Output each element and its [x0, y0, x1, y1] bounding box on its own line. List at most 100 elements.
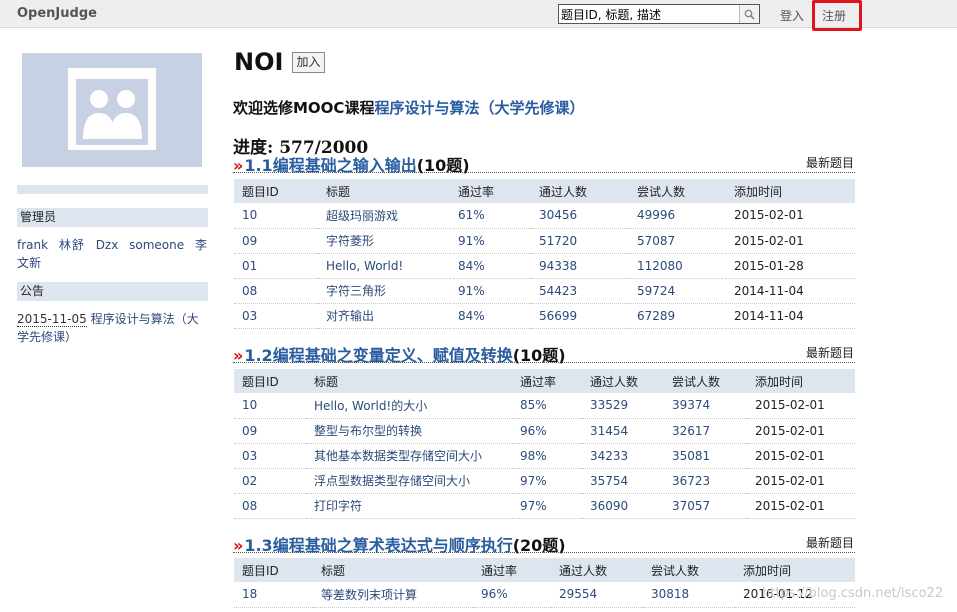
- cell-id[interactable]: 02: [234, 468, 306, 494]
- col-header-title: 标题: [306, 369, 512, 393]
- cell-passed[interactable]: 33529: [582, 393, 664, 419]
- table-row: 03 其他基本数据类型存储空间大小 98% 34233 35081 2015-0…: [234, 443, 855, 469]
- cell-passed[interactable]: 29554: [551, 582, 643, 608]
- cell-title[interactable]: Hello, World!的大小: [306, 393, 512, 419]
- table-row: 10 Hello, World!的大小 85% 33529 39374 2015…: [234, 393, 855, 419]
- newest-problems-link[interactable]: 最新题目: [806, 534, 854, 551]
- cell-id[interactable]: 09: [234, 418, 306, 444]
- admin-link[interactable]: 林舒: [59, 238, 85, 252]
- cell-title[interactable]: 字符三角形: [318, 278, 450, 304]
- admins-heading: 管理员: [17, 208, 208, 227]
- cell-attempted[interactable]: 37057: [664, 493, 747, 519]
- cell-date: 2015-02-01: [747, 493, 855, 519]
- cell-passed[interactable]: 51720: [531, 228, 629, 254]
- newest-problems-link[interactable]: 最新题目: [806, 154, 854, 171]
- course-link[interactable]: 程序设计与算法（大学先修课）: [374, 99, 584, 117]
- welcome-text: 欢迎选修MOOC课程程序设计与算法（大学先修课）: [233, 97, 584, 118]
- cell-attempted[interactable]: 32617: [664, 418, 747, 444]
- section-divider: [233, 362, 855, 363]
- cell-date: 2015-01-28: [726, 253, 855, 279]
- admins-list: frank 林舒 Dzx someone 李文新: [17, 236, 207, 272]
- cell-title[interactable]: 浮点型数据类型存储空间大小: [306, 468, 512, 494]
- cell-attempted[interactable]: 57087: [629, 228, 726, 254]
- cell-title[interactable]: 超级玛丽游戏: [318, 203, 450, 229]
- search-button[interactable]: [739, 5, 759, 23]
- cell-passed[interactable]: 34233: [582, 443, 664, 469]
- cell-attempted[interactable]: 59724: [629, 278, 726, 304]
- cell-passed[interactable]: 54423: [531, 278, 629, 304]
- section-divider: [233, 552, 855, 553]
- cell-passed[interactable]: 30456: [531, 203, 629, 229]
- col-header-pass-rate: 通过率: [473, 558, 551, 582]
- cell-pass-rate: 98%: [512, 443, 582, 469]
- cell-pass-rate: 96%: [512, 418, 582, 444]
- cell-attempted[interactable]: 67289: [629, 303, 726, 329]
- cell-id[interactable]: 08: [234, 493, 306, 519]
- join-button[interactable]: 加入: [292, 52, 325, 73]
- cell-id[interactable]: 10: [234, 393, 306, 419]
- admin-link[interactable]: frank: [17, 238, 48, 252]
- col-header-attempted: 尝试人数: [664, 369, 747, 393]
- problem-table: 题目ID 标题 通过率 通过人数 尝试人数 添加时间 10 超级玛丽游戏 61%…: [234, 179, 855, 329]
- cell-passed[interactable]: 94338: [531, 253, 629, 279]
- login-link[interactable]: 登入: [780, 7, 804, 24]
- cell-attempted[interactable]: 49996: [629, 203, 726, 229]
- table-header-row: 题目ID 标题 通过率 通过人数 尝试人数 添加时间: [234, 179, 855, 203]
- cell-id[interactable]: 09: [234, 228, 318, 254]
- search-icon: [744, 9, 755, 20]
- col-header-pass-rate: 通过率: [450, 179, 531, 203]
- newest-problems-link[interactable]: 最新题目: [806, 344, 854, 361]
- cell-attempted[interactable]: 39374: [664, 393, 747, 419]
- cell-title[interactable]: 其他基本数据类型存储空间大小: [306, 443, 512, 469]
- cell-title[interactable]: 字符菱形: [318, 228, 450, 254]
- register-link[interactable]: 注册: [822, 7, 846, 24]
- cell-passed[interactable]: 35754: [582, 468, 664, 494]
- cell-title[interactable]: 打印字符: [306, 493, 512, 519]
- section-divider: [233, 172, 855, 173]
- site-brand[interactable]: OpenJudge: [17, 6, 97, 21]
- cell-pass-rate: 61%: [450, 203, 531, 229]
- cell-passed[interactable]: 56699: [531, 303, 629, 329]
- table-header-row: 题目ID 标题 通过率 通过人数 尝试人数 添加时间: [234, 369, 855, 393]
- cell-id[interactable]: 10: [234, 203, 318, 229]
- sidebar-divider: [17, 185, 208, 194]
- cell-id[interactable]: 01: [234, 253, 318, 279]
- cell-passed[interactable]: 36090: [582, 493, 664, 519]
- table-row: 10 超级玛丽游戏 61% 30456 49996 2015-02-01: [234, 203, 855, 229]
- table-row: 01 Hello, World! 84% 94338 112080 2015-0…: [234, 253, 855, 279]
- cell-pass-rate: 85%: [512, 393, 582, 419]
- admin-link[interactable]: someone: [129, 238, 184, 252]
- cell-id[interactable]: 03: [234, 443, 306, 469]
- cell-attempted[interactable]: 36723: [664, 468, 747, 494]
- cell-date: 2015-02-01: [726, 203, 855, 229]
- cell-attempted[interactable]: 35081: [664, 443, 747, 469]
- table-header-row: 题目ID 标题 通过率 通过人数 尝试人数 添加时间: [234, 558, 855, 582]
- cell-date: 2014-11-04: [726, 303, 855, 329]
- cell-pass-rate: 91%: [450, 278, 531, 304]
- col-header-id: 题目ID: [234, 369, 306, 393]
- notice-heading: 公告: [17, 282, 208, 301]
- table-row: 02 浮点型数据类型存储空间大小 97% 35754 36723 2015-02…: [234, 468, 855, 494]
- cell-date: 2015-02-01: [726, 228, 855, 254]
- col-header-added: 添加时间: [735, 558, 855, 582]
- cell-attempted[interactable]: 30818: [643, 582, 735, 608]
- col-header-added: 添加时间: [726, 179, 855, 203]
- admin-link[interactable]: Dzx: [96, 238, 119, 252]
- cell-title[interactable]: 等差数列末项计算: [313, 582, 473, 608]
- cell-attempted[interactable]: 112080: [629, 253, 726, 279]
- cell-passed[interactable]: 31454: [582, 418, 664, 444]
- group-title: NOI: [234, 48, 284, 76]
- cell-title[interactable]: 对齐输出: [318, 303, 450, 329]
- problem-table: 题目ID 标题 通过率 通过人数 尝试人数 添加时间 10 Hello, Wor…: [234, 369, 855, 519]
- cell-id[interactable]: 18: [234, 582, 313, 608]
- cell-id[interactable]: 03: [234, 303, 318, 329]
- cell-date: 2015-02-01: [747, 418, 855, 444]
- col-header-attempted: 尝试人数: [629, 179, 726, 203]
- search-input[interactable]: [559, 5, 741, 23]
- cell-title[interactable]: Hello, World!: [318, 253, 450, 279]
- cell-pass-rate: 84%: [450, 253, 531, 279]
- cell-id[interactable]: 08: [234, 278, 318, 304]
- welcome-prefix: 欢迎选修MOOC课程: [233, 99, 375, 117]
- table-row: 09 整型与布尔型的转换 96% 31454 32617 2015-02-01: [234, 418, 855, 444]
- cell-title[interactable]: 整型与布尔型的转换: [306, 418, 512, 444]
